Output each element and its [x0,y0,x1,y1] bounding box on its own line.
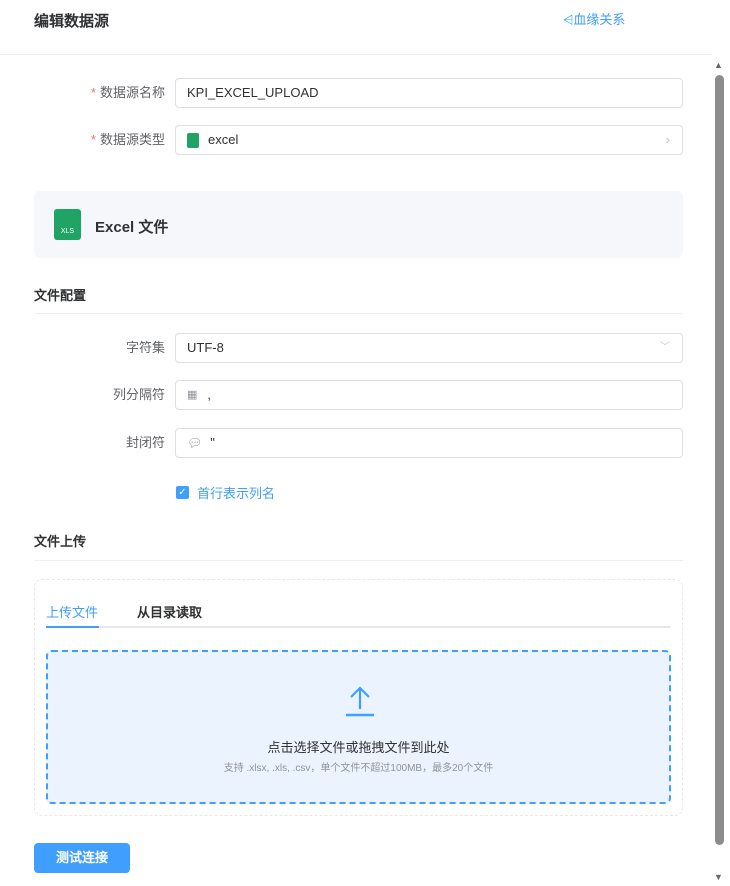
scrollbar-thumb[interactable] [715,75,724,845]
tabs-bar [46,626,671,628]
share-icon: ⩤ [563,12,574,27]
type-label: * 数据源类型 [34,125,165,155]
enclosure-input[interactable]: 💬︎ " [175,428,683,458]
file-upload-title: 文件上传 [34,534,87,549]
excel-icon-text: XLS [60,228,75,235]
charset-select[interactable]: UTF-8 ﹀ [175,333,683,363]
upload-icon [346,686,374,717]
excel-type-card: XLS Excel 文件 [34,191,683,258]
excel-file-icon: XLS [54,209,81,240]
enclosure-label: 封闭符 [125,435,165,450]
scroll-up-icon[interactable]: ▲ [714,60,723,70]
active-tab-indicator [46,626,99,628]
delimiter-label: 列分隔符 [112,387,165,402]
tab-read-directory[interactable]: 从目录读取 [137,602,202,621]
chevron-right-icon: › [665,132,670,147]
grid-icon: ▦ [187,389,198,401]
excel-card-title: Excel 文件 [95,219,169,236]
drop-text: 点击选择文件或拖拽文件到此处 [267,740,450,755]
section-divider [34,313,683,314]
tab-upload-file[interactable]: 上传文件 [46,602,98,621]
checkbox-checked-icon: ✓ [176,486,189,499]
upload-dropzone[interactable]: 点击选择文件或拖拽文件到此处 支持 .xlsx, .xls, .csv，单个文件… [46,650,671,804]
charset-value: UTF-8 [187,340,224,355]
test-connection-button[interactable]: 测试连接 [34,843,130,873]
chat-bubble-icon: 💬︎ [187,436,203,450]
lineage-label: 血缘关系 [573,12,626,27]
header-divider [0,54,712,55]
header-row-label: 首行表示列名 [197,486,276,501]
name-label-text: 数据源名称 [99,85,165,100]
file-config-title: 文件配置 [34,288,87,303]
name-label: * 数据源名称 [34,78,165,108]
chevron-down-icon: ﹀ [660,342,670,353]
charset-label: 字符集 [125,340,165,355]
excel-icon [187,132,199,148]
type-select[interactable]: excel › [175,125,683,155]
drop-hint: 支持 .xlsx, .xls, .csv，单个文件不超过100MB，最多20个文… [223,763,494,774]
section-divider [34,560,683,561]
lineage-link[interactable]: ⩤血缘关系 [563,12,625,28]
scroll-down-icon[interactable]: ▼ [714,872,723,882]
type-label-text: 数据源类型 [99,132,165,147]
delimiter-value: , [207,387,212,402]
type-value: excel [208,132,239,147]
header-row-checkbox[interactable]: ✓ 首行表示列名 [176,483,275,502]
page-title: 编辑数据源 [34,13,110,30]
required-mark: * [90,132,96,147]
required-mark: * [90,85,96,100]
enclosure-value: " [210,435,215,450]
delimiter-input[interactable]: ▦, [175,380,683,410]
name-input[interactable]: KPI_EXCEL_UPLOAD [175,78,683,108]
